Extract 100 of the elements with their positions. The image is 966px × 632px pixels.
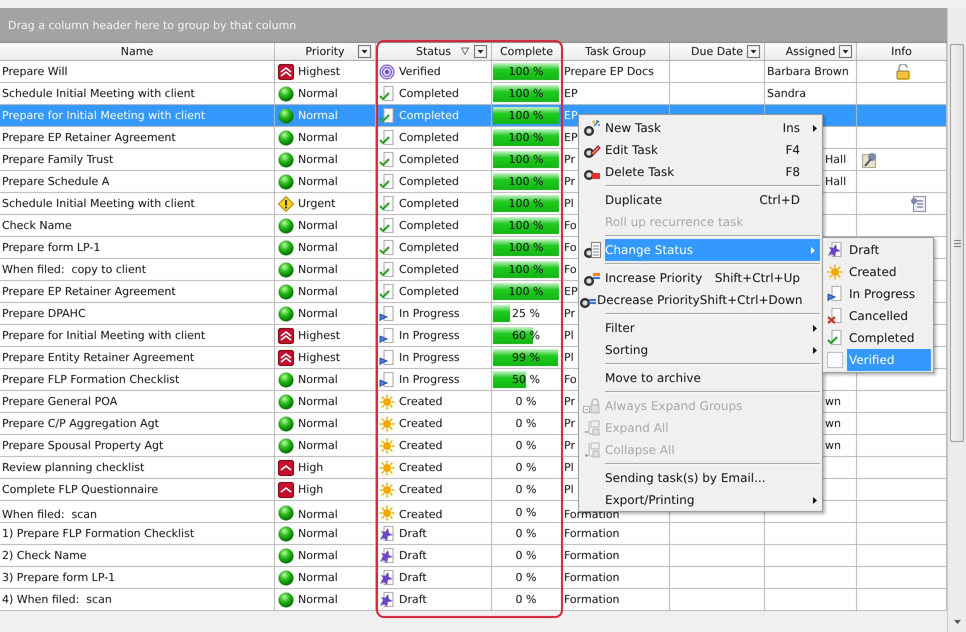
table-cell: Normal xyxy=(298,153,338,166)
menu-item[interactable]: Created xyxy=(823,261,933,283)
table-cell: Normal xyxy=(298,508,338,521)
table-cell: Normal xyxy=(298,527,338,540)
table-cell: Completed xyxy=(399,219,459,232)
table-cell: Normal xyxy=(298,417,338,430)
table-cell: Fo xyxy=(564,219,577,232)
table-cell: Completed xyxy=(399,175,459,188)
table-cell: Draft xyxy=(399,527,427,540)
table-cell: Formation xyxy=(564,527,620,540)
table-cell: Normal xyxy=(298,571,338,584)
table-cell: Pr xyxy=(564,417,575,430)
table-cell: Draft xyxy=(399,571,427,584)
filter-dropdown-icon[interactable] xyxy=(747,45,760,58)
table-cell: In Progress xyxy=(399,351,460,364)
table-cell: Formation xyxy=(564,549,620,562)
table-cell: Created xyxy=(399,483,443,496)
table-cell: Pr xyxy=(564,395,575,408)
table-cell: Urgent xyxy=(298,197,336,210)
column-header[interactable]: Task Group xyxy=(562,43,670,60)
table-cell: Created xyxy=(399,395,443,408)
table-row[interactable]: 3) Prepare form LP-1 Normal Draft 0 % Formation xyxy=(0,567,947,589)
table-cell: Normal xyxy=(298,87,338,100)
table-cell: Normal xyxy=(298,241,338,254)
scrollbar[interactable] xyxy=(947,8,966,632)
progress-reading: 100 % xyxy=(508,241,544,254)
table-cell: Normal xyxy=(298,373,338,386)
table-cell: Fo xyxy=(564,263,577,276)
filter-dropdown-icon[interactable] xyxy=(474,45,487,58)
table-cell: Fo xyxy=(564,373,577,386)
menu-item[interactable]: Cancelled xyxy=(823,305,933,327)
menu-item[interactable]: In Progress xyxy=(823,283,933,305)
column-header[interactable]: Assigned xyxy=(765,43,857,60)
tree-icon xyxy=(583,420,601,436)
table-cell: Completed xyxy=(399,153,459,166)
table-cell: Created xyxy=(399,417,443,430)
table-cell: Hall xyxy=(825,175,846,188)
table-cell: Completed xyxy=(399,241,459,254)
progress-reading: 100 % xyxy=(508,197,544,210)
progress-reading: 99 % xyxy=(512,351,540,364)
table-cell: EP xyxy=(564,87,578,100)
task-sparkle-icon xyxy=(583,120,601,136)
table-cell: Completed xyxy=(399,131,459,144)
table-cell: Completed xyxy=(399,263,459,276)
table-cell: Prepare EP Docs xyxy=(564,65,654,78)
progress-reading: 100 % xyxy=(508,87,544,100)
table-row[interactable]: Schedule Initial Meeting with client Normal Completed 100 % EP Sandra xyxy=(0,83,947,105)
table-cell: In Progress xyxy=(399,373,460,386)
table-cell: Normal xyxy=(298,175,338,188)
table-cell: Highest xyxy=(298,351,340,364)
progress-reading: 0 % xyxy=(516,417,536,430)
table-cell: Sandra xyxy=(767,87,806,100)
table-cell: Normal xyxy=(298,439,338,452)
table-cell: wn xyxy=(825,395,841,408)
column-header[interactable]: Complete xyxy=(492,43,562,60)
column-header[interactable]: Status xyxy=(376,43,492,60)
scrollbar-thumb[interactable] xyxy=(950,44,964,442)
table-row[interactable]: 2) Check Name Normal Draft 0 % Formation xyxy=(0,545,947,567)
table-cell: Pr xyxy=(564,175,575,188)
column-header[interactable]: Due Date xyxy=(670,43,765,60)
table-cell: High xyxy=(298,483,324,496)
progress-reading: 0 % xyxy=(516,593,536,606)
table-cell: Formation xyxy=(564,508,620,521)
filter-dropdown-icon[interactable] xyxy=(839,45,852,58)
menu-item[interactable]: Draft xyxy=(823,239,933,261)
progress-reading: 0 % xyxy=(516,549,536,562)
progress-reading: 100 % xyxy=(508,65,544,78)
progress-reading: 100 % xyxy=(508,153,544,166)
progress-reading: 0 % xyxy=(516,395,536,408)
table-cell: Created xyxy=(399,461,443,474)
progress-reading: 0 % xyxy=(516,506,536,519)
table-cell: Normal xyxy=(298,395,338,408)
table-cell: Highest xyxy=(298,65,340,78)
group-hint: Drag a column header here to group by that column xyxy=(8,18,296,32)
table-cell: Normal xyxy=(298,593,338,606)
table-cell: Created xyxy=(399,439,443,452)
column-header[interactable]: Priority xyxy=(275,43,376,60)
table-cell: Completed xyxy=(399,285,459,298)
progress-reading: 100 % xyxy=(508,285,544,298)
table-row[interactable]: 4) When filed: scan Normal Draft 0 % Formation xyxy=(0,589,947,611)
menu-item[interactable]: Completed xyxy=(823,327,933,349)
table-cell: Draft xyxy=(399,593,427,606)
progress-reading: 50 % xyxy=(512,373,540,386)
scroll-down-icon[interactable] xyxy=(954,620,961,624)
column-header[interactable]: Name xyxy=(0,43,275,60)
table-row[interactable]: Prepare Will Highest Verified 100 % Prepare EP Docs Barbara Brown xyxy=(0,61,947,83)
table-cell: Pl xyxy=(564,329,574,342)
filter-dropdown-icon[interactable] xyxy=(358,45,371,58)
progress-reading: 100 % xyxy=(508,263,544,276)
progress-reading: 0 % xyxy=(516,527,536,540)
table-cell: EP xyxy=(564,109,578,122)
table-cell: Pr xyxy=(564,153,575,166)
progress-reading: 0 % xyxy=(516,483,536,496)
table-cell: EP xyxy=(564,131,578,144)
table-cell: Pl xyxy=(564,351,574,364)
table-cell: Completed xyxy=(399,197,459,210)
table-cell: Fo xyxy=(564,241,577,254)
menu-item[interactable]: Move to archive xyxy=(579,367,822,389)
table-row[interactable]: 1) Prepare FLP Formation Checklist Normal Draft 0 % Formation xyxy=(0,523,947,545)
progress-reading: 0 % xyxy=(516,571,536,584)
